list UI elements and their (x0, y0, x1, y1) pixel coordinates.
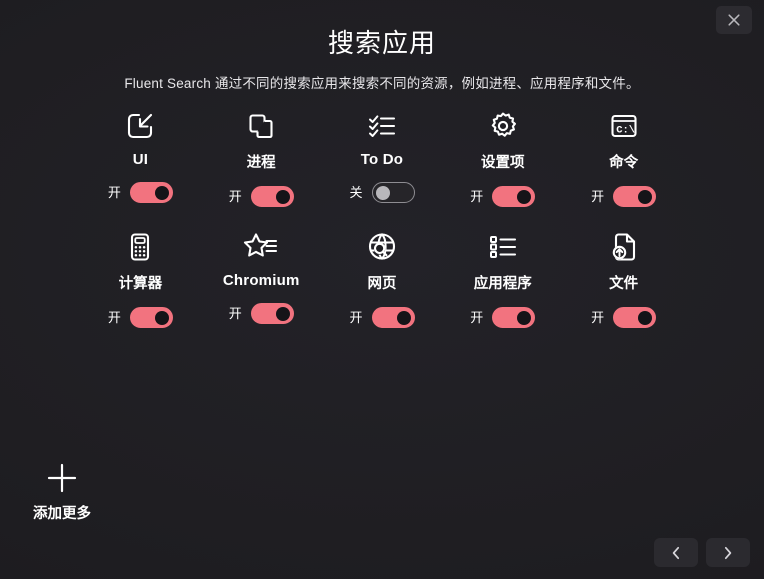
toggle-state-label: 关 (349, 185, 363, 200)
toggle-switch[interactable] (250, 186, 294, 207)
web-globe-search-icon[interactable] (365, 227, 399, 267)
chevron-right-icon (721, 545, 735, 561)
todo-checklist-icon[interactable] (365, 106, 399, 146)
search-apps-dialog: 搜索应用 Fluent Search 通过不同的搜索应用来搜索不同的资源，例如进… (0, 0, 764, 579)
process-windows-icon[interactable] (244, 106, 278, 146)
app-cell-ui: UI 开 (80, 106, 201, 207)
toggle-switch[interactable] (492, 307, 536, 328)
toggle-knob (275, 189, 290, 204)
next-page-button[interactable] (706, 538, 750, 567)
app-toggle-files[interactable]: 开 (591, 307, 657, 328)
toggle-knob (375, 185, 390, 200)
toggle-switch[interactable] (129, 182, 173, 203)
toggle-state-label: 开 (470, 310, 484, 325)
toggle-state-label: 开 (591, 189, 605, 204)
toggle-knob (396, 310, 411, 325)
previous-page-button[interactable] (654, 538, 698, 567)
app-label: To Do (360, 151, 404, 168)
pagination-controls (654, 538, 750, 567)
app-toggle-settings[interactable]: 开 (470, 186, 536, 207)
toggle-switch[interactable] (492, 186, 536, 207)
toggle-state-label: 开 (228, 306, 242, 321)
toggle-state-label: 开 (591, 310, 605, 325)
app-cell-chromium: Chromium 开 (201, 227, 322, 328)
file-upload-icon[interactable] (607, 227, 641, 267)
app-label: 计算器 (118, 276, 163, 292)
app-cell-todo: To Do 关 (322, 106, 443, 207)
app-cell-command: C:\ 命令 开 (563, 106, 684, 207)
toggle-switch[interactable] (613, 186, 657, 207)
chevron-left-icon (669, 545, 683, 561)
app-label: 应用程序 (473, 276, 532, 292)
app-toggle-process[interactable]: 开 (229, 186, 294, 207)
applications-list-icon[interactable] (486, 227, 520, 267)
command-console-icon[interactable]: C:\ (607, 106, 641, 146)
app-cell-calculator: 计算器 开 (80, 227, 201, 328)
toggle-switch[interactable] (250, 303, 294, 324)
add-more-label: 添加更多 (33, 506, 91, 522)
toggle-knob (638, 189, 653, 204)
app-label: Chromium (222, 272, 300, 289)
app-cell-process: 进程 开 (201, 106, 322, 207)
toggle-switch[interactable] (371, 182, 415, 203)
app-toggle-ui[interactable]: 开 (108, 182, 173, 203)
app-toggle-web[interactable]: 开 (349, 307, 415, 328)
toggle-state-label: 开 (107, 310, 121, 325)
toggle-switch[interactable] (129, 307, 173, 328)
app-label: 命令 (609, 155, 639, 171)
chromium-bookmark-star-icon[interactable] (243, 227, 279, 267)
app-toggle-command[interactable]: 开 (591, 186, 657, 207)
settings-gear-icon[interactable] (486, 106, 520, 146)
toggle-knob (517, 189, 532, 204)
plus-icon (45, 460, 79, 496)
page-subtitle: Fluent Search 通过不同的搜索应用来搜索不同的资源，例如进程、应用程… (124, 76, 640, 92)
page-title: 搜索应用 (327, 28, 436, 58)
toggle-knob (275, 306, 290, 321)
toggle-switch[interactable] (613, 307, 657, 328)
ui-window-arrow-icon[interactable] (123, 106, 157, 146)
add-more-button[interactable]: 添加更多 (22, 460, 102, 523)
app-cell-settings: 设置项 开 (442, 106, 563, 207)
app-label: 进程 (246, 155, 276, 171)
app-cell-files: 文件 开 (563, 227, 684, 328)
app-toggle-applications[interactable]: 开 (470, 307, 536, 328)
app-toggle-calculator[interactable]: 开 (108, 307, 173, 328)
toggle-knob (517, 310, 532, 325)
app-cell-web: 网页 开 (322, 227, 443, 328)
search-apps-grid: UI 开 进程 开 To Do 关 设置项 开 C:\ 命令 开 计算器 开 C… (80, 106, 684, 328)
toggle-state-label: 开 (349, 310, 363, 325)
app-label: 设置项 (481, 155, 525, 171)
toggle-switch[interactable] (371, 307, 415, 328)
toggle-state-label: 开 (228, 189, 242, 204)
toggle-state-label: 开 (470, 189, 484, 204)
toggle-knob (154, 185, 169, 200)
app-label: UI (132, 151, 149, 168)
toggle-knob (638, 310, 653, 325)
calculator-icon[interactable] (123, 227, 157, 267)
app-cell-applications: 应用程序 开 (442, 227, 563, 328)
app-label: 文件 (609, 276, 639, 292)
toggle-state-label: 开 (107, 185, 121, 200)
toggle-knob (154, 310, 169, 325)
app-toggle-todo[interactable]: 关 (349, 182, 415, 203)
app-label: 网页 (367, 276, 397, 292)
dialog-header: 搜索应用 Fluent Search 通过不同的搜索应用来搜索不同的资源，例如进… (0, 0, 764, 92)
app-toggle-chromium[interactable]: 开 (229, 303, 294, 324)
svg-text:C:\: C:\ (616, 124, 635, 136)
